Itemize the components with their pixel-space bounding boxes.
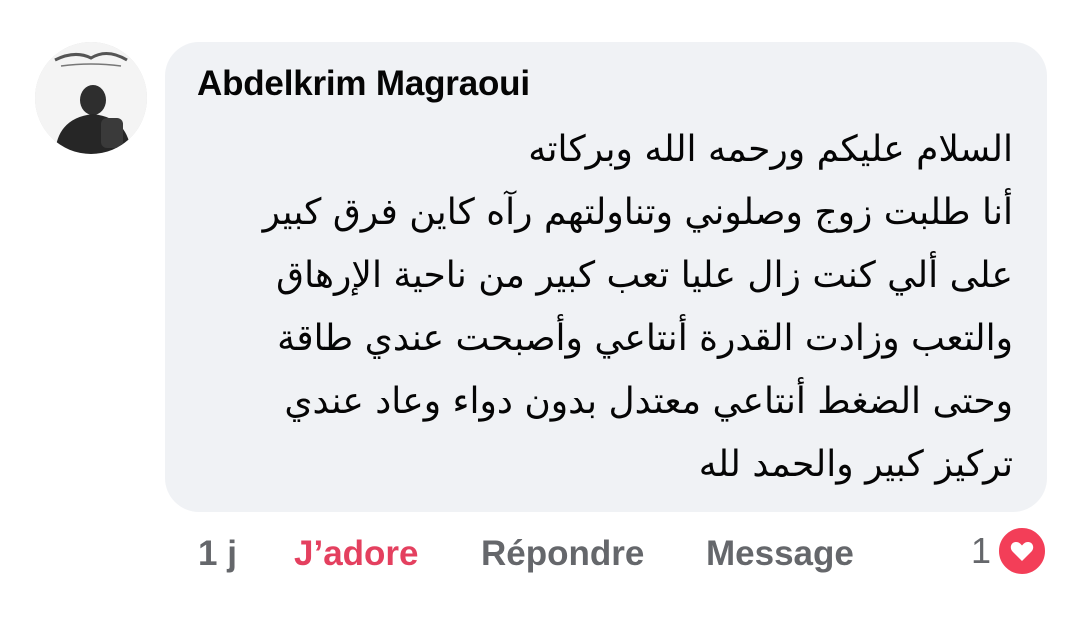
heart-icon	[997, 526, 1047, 576]
reply-button[interactable]: Répondre	[481, 534, 644, 574]
comment-line: وحتى الضغط أنتاعي معتدل بدون دواء وعاد ع…	[284, 381, 1013, 422]
comment-line: على ألي كنت زال عليا تعب كبير من ناحية ا…	[276, 255, 1013, 296]
comment-bubble: Abdelkrim Magraoui السلام عليكم ورحمه ال…	[165, 42, 1047, 512]
reaction-count: 1	[970, 530, 991, 571]
avatar[interactable]	[35, 42, 147, 154]
comment-text: السلام عليكم ورحمه الله وبركاته أنا طلبت…	[193, 118, 1013, 496]
message-button[interactable]: Message	[706, 534, 854, 574]
reaction-summary[interactable]: 1	[971, 526, 1047, 576]
comment-line: تركيز كبير والحمد لله	[698, 444, 1013, 485]
comment-timestamp[interactable]: 1 j	[198, 534, 237, 574]
comment-line: أنا طلبت زوج وصلوني وتناولتهم رآه كاين ف…	[262, 192, 1013, 233]
comment-actions: 1 j J’adore Répondre Message	[0, 530, 1080, 580]
react-button[interactable]: J’adore	[294, 534, 419, 574]
comment-line: السلام عليكم ورحمه الله وبركاته	[528, 129, 1013, 170]
comment-author[interactable]: Abdelkrim Magraoui	[197, 64, 530, 104]
comment-line: والتعب وزادت القدرة أنتاعي وأصبحت عندي ط…	[277, 318, 1013, 359]
